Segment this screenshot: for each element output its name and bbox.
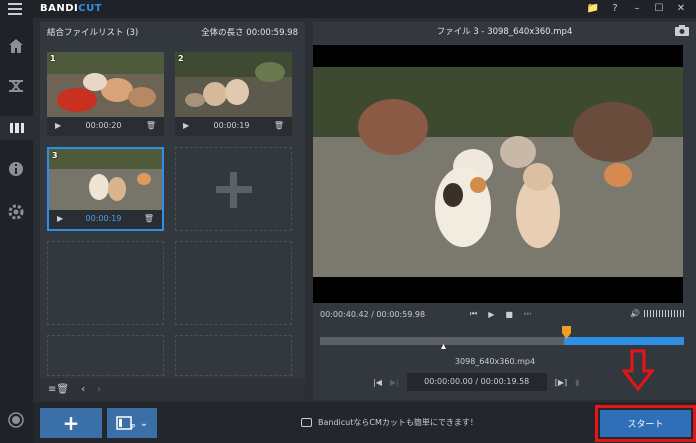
range-display: 00:00:00.00 / 00:00:19.58 bbox=[406, 373, 547, 391]
merge-icon[interactable] bbox=[0, 116, 33, 140]
move-right-icon[interactable]: › bbox=[97, 384, 101, 395]
bottom-toolbar: + P ⌄ BandicutならCMカットも簡単にできます！ スタート bbox=[33, 402, 696, 443]
clip-thumbnail: 2 bbox=[175, 52, 292, 117]
red-arrow-annotation bbox=[622, 349, 654, 391]
preview-panel: ファイル 3 - 3098_640x360.mp4 00:00:40.42 / … bbox=[313, 22, 696, 400]
set-end-icon[interactable]: [▶] bbox=[555, 378, 567, 387]
empty-slot bbox=[47, 241, 164, 325]
home-icon[interactable] bbox=[6, 36, 26, 56]
add-clip-slot[interactable] bbox=[175, 147, 292, 231]
play-icon[interactable]: ▶ bbox=[57, 214, 63, 223]
video-preview[interactable] bbox=[313, 45, 683, 303]
empty-slot bbox=[47, 335, 164, 376]
current-time: 00:00:40.42 / 00:00:59.98 bbox=[320, 309, 426, 319]
clear-list-icon[interactable]: ≡🗑 bbox=[48, 384, 69, 395]
start-marker-icon[interactable] bbox=[441, 344, 446, 349]
promo-message[interactable]: BandicutならCMカットも簡単にできます！ bbox=[301, 417, 478, 428]
output-format-button[interactable]: P ⌄ bbox=[107, 408, 157, 438]
set-start-icon[interactable]: |◀ bbox=[373, 378, 382, 387]
volume-slider[interactable] bbox=[644, 310, 684, 317]
plus-icon bbox=[216, 172, 252, 208]
maximize-icon[interactable]: ☐ bbox=[648, 1, 670, 17]
folder-icon[interactable]: 📁 bbox=[582, 1, 604, 17]
title-bar: BANDICUT 📁 ? – ☐ ✕ bbox=[0, 0, 696, 18]
total-length: 全体の長さ 00:00:59.98 bbox=[201, 28, 298, 38]
cut-icon[interactable] bbox=[6, 76, 26, 96]
video-frame bbox=[313, 67, 683, 277]
empty-slot bbox=[175, 335, 292, 376]
message-icon bbox=[301, 418, 312, 427]
skip-next-icon[interactable]: ⏭ bbox=[524, 309, 531, 319]
clip-thumbnail: 3 bbox=[49, 149, 162, 210]
merge-list-title: 結合ファイルリスト (3) bbox=[47, 28, 139, 38]
sidebar bbox=[0, 18, 33, 443]
play-icon[interactable]: ▶ bbox=[488, 310, 494, 319]
close-icon[interactable]: ✕ bbox=[670, 1, 692, 17]
add-file-button[interactable]: + bbox=[40, 408, 102, 438]
playhead-handle[interactable] bbox=[562, 326, 571, 339]
clip-duration: 00:00:20 bbox=[85, 121, 122, 130]
minimize-icon[interactable]: – bbox=[626, 1, 648, 17]
volume-icon[interactable]: 🔊 bbox=[630, 309, 640, 318]
clip-card[interactable]: 1 ▶ 00:00:20 🗑 bbox=[47, 52, 164, 136]
app-logo: BANDICUT bbox=[40, 3, 102, 14]
settings-gear-icon[interactable] bbox=[6, 202, 26, 222]
skip-previous-icon[interactable]: ⏮ bbox=[470, 309, 477, 319]
delete-clip-icon[interactable]: 🗑 bbox=[274, 121, 284, 130]
clip-card[interactable]: 2 ▶ 00:00:19 🗑 bbox=[175, 52, 292, 136]
move-left-icon[interactable]: ‹ bbox=[81, 384, 85, 395]
clip-card-selected[interactable]: 3 ▶ 00:00:19 🗑 bbox=[47, 147, 164, 231]
timeline-selection bbox=[564, 337, 684, 345]
stop-icon[interactable]: ■ bbox=[505, 310, 513, 319]
play-icon[interactable]: ▶ bbox=[55, 121, 61, 130]
set-start-alt-icon[interactable]: ▶| bbox=[390, 378, 399, 387]
clip-thumbnail: 1 bbox=[47, 52, 164, 117]
svg-text:P: P bbox=[131, 423, 135, 430]
clip-number: 3 bbox=[52, 151, 58, 160]
delete-clip-icon[interactable]: 🗑 bbox=[146, 121, 156, 130]
start-button[interactable]: スタート bbox=[600, 410, 691, 437]
timeline-slider[interactable] bbox=[320, 326, 684, 349]
delete-clip-icon[interactable]: 🗑 bbox=[144, 214, 154, 223]
clip-number: 1 bbox=[50, 54, 56, 63]
hamburger-menu-icon[interactable] bbox=[8, 3, 22, 15]
logo-text: BANDI bbox=[40, 3, 79, 14]
play-icon[interactable]: ▶ bbox=[183, 121, 189, 130]
list-footer: ≡🗑 ‹ › bbox=[40, 378, 305, 400]
logo-accent: CUT bbox=[78, 3, 103, 14]
clip-number: 2 bbox=[178, 54, 184, 63]
start-button-highlight: スタート bbox=[595, 405, 696, 442]
chevron-down-icon: ⌄ bbox=[139, 417, 149, 429]
clip-duration: 00:00:19 bbox=[213, 121, 250, 130]
help-icon[interactable]: ? bbox=[604, 1, 626, 17]
snapshot-camera-icon[interactable] bbox=[675, 25, 689, 36]
promo-text: BandicutならCMカットも簡単にできます！ bbox=[318, 418, 478, 427]
preview-file-title: ファイル 3 - 3098_640x360.mp4 bbox=[436, 27, 573, 37]
set-end-alt-icon[interactable]: ▮ bbox=[575, 378, 579, 387]
empty-slot bbox=[175, 241, 292, 325]
clip-duration: 00:00:19 bbox=[85, 214, 122, 223]
film-icon: P bbox=[116, 416, 135, 430]
info-icon[interactable] bbox=[6, 159, 26, 179]
merge-file-list-panel: 結合ファイルリスト (3) 全体の長さ 00:00:59.98 1 ▶ 00:0… bbox=[40, 22, 305, 400]
record-icon[interactable] bbox=[6, 410, 26, 430]
